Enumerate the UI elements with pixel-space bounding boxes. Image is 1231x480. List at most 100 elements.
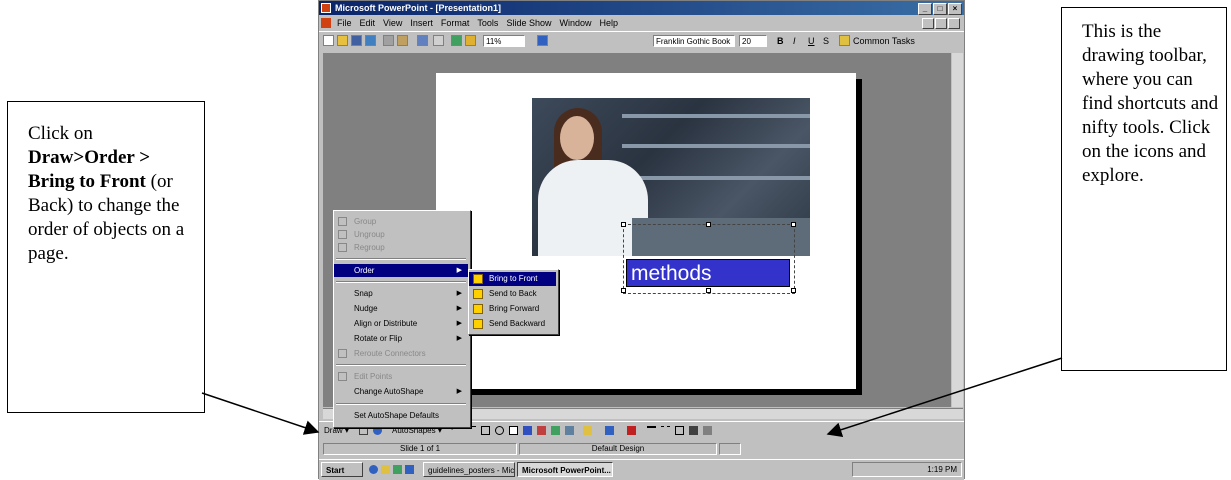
quick-launch-outlook-icon[interactable] — [381, 465, 390, 474]
font-size-select[interactable]: 20 — [739, 35, 767, 47]
vertical-scrollbar[interactable] — [952, 53, 963, 407]
doc-restore-button[interactable] — [935, 18, 947, 29]
clip-art-icon[interactable] — [551, 426, 560, 435]
quick-launch-desktop-icon[interactable] — [393, 465, 402, 474]
quick-launch-ie-icon[interactable] — [369, 465, 378, 474]
menu-edit[interactable]: Edit — [360, 16, 376, 30]
resize-handle[interactable] — [706, 288, 711, 293]
email-icon[interactable] — [365, 35, 376, 46]
wordart-icon[interactable] — [523, 426, 532, 435]
font-color-icon[interactable] — [627, 426, 636, 435]
diagram-icon[interactable] — [537, 426, 546, 435]
menu-slide-show[interactable]: Slide Show — [506, 16, 551, 30]
resize-handle[interactable] — [621, 288, 626, 293]
menu-item-align[interactable]: Align or Distribute ▶ — [334, 317, 468, 330]
reroute-icon — [338, 349, 347, 358]
spelling-status-icon[interactable] — [719, 443, 741, 455]
left-arrow — [201, 392, 320, 435]
rectangle-icon[interactable] — [481, 426, 490, 435]
submenu-send-to-back[interactable]: Send to Back — [469, 287, 556, 301]
ungroup-icon — [338, 230, 347, 239]
dash-style-icon[interactable] — [661, 426, 670, 435]
text-box-icon[interactable] — [509, 426, 518, 435]
title-bar[interactable]: Microsoft PowerPoint - [Presentation1] _… — [319, 1, 964, 15]
bring-to-front-icon — [473, 274, 483, 284]
menu-view[interactable]: View — [383, 16, 402, 30]
save-icon[interactable] — [351, 35, 362, 46]
document-icon[interactable] — [321, 18, 331, 28]
submenu-send-backward[interactable]: Send Backward — [469, 317, 556, 331]
menu-item-set-defaults[interactable]: Set AutoShape Defaults — [334, 409, 468, 422]
menu-item-change-autoshape[interactable]: Change AutoShape ▶ — [334, 385, 468, 398]
menu-format[interactable]: Format — [441, 16, 470, 30]
menu-insert[interactable]: Insert — [410, 16, 433, 30]
submenu-bring-forward[interactable]: Bring Forward — [469, 302, 556, 316]
arrow-style-icon[interactable] — [675, 426, 684, 435]
slide-canvas[interactable]: methods — [436, 73, 856, 389]
bring-forward-icon — [473, 304, 483, 314]
zoom-select[interactable]: 11% — [483, 35, 525, 47]
shadow-style-icon[interactable] — [689, 426, 698, 435]
resize-handle[interactable] — [706, 222, 711, 227]
resize-handle[interactable] — [791, 222, 796, 227]
window-title: Microsoft PowerPoint - [Presentation1] — [335, 3, 502, 13]
menu-tools[interactable]: Tools — [477, 16, 498, 30]
methods-text-box[interactable]: methods — [626, 259, 790, 287]
open-icon[interactable] — [337, 35, 348, 46]
menu-item-label: Edit Points — [354, 372, 393, 381]
menu-file[interactable]: File — [337, 16, 352, 30]
menu-item-nudge[interactable]: Nudge ▶ — [334, 302, 468, 315]
doc-close-button[interactable] — [948, 18, 960, 29]
task-word-button[interactable]: guidelines_posters - Micros... — [423, 462, 515, 477]
quick-launch-channels-icon[interactable] — [405, 465, 414, 474]
3d-style-icon[interactable] — [703, 426, 712, 435]
menu-item-snap[interactable]: Snap ▶ — [334, 287, 468, 300]
menu-item-ungroup[interactable]: Ungroup — [334, 228, 468, 241]
italic-icon[interactable]: I — [793, 32, 796, 50]
shadow-icon[interactable]: S — [823, 32, 829, 50]
menu-window[interactable]: Window — [559, 16, 591, 30]
submenu-bring-to-front[interactable]: Bring to Front — [469, 272, 556, 286]
font-select[interactable]: Franklin Gothic Book — [653, 35, 735, 47]
common-tasks-button[interactable]: Common Tasks — [853, 32, 915, 50]
line-color-icon[interactable] — [605, 426, 614, 435]
resize-handle[interactable] — [621, 222, 626, 227]
line-style-icon[interactable] — [647, 426, 656, 435]
fill-color-icon[interactable] — [583, 426, 592, 435]
redo-icon[interactable] — [433, 35, 444, 46]
common-tasks-icon[interactable] — [839, 35, 850, 46]
task-powerpoint-button[interactable]: Microsoft PowerPoint... — [517, 462, 613, 477]
menu-item-group[interactable]: Group — [334, 215, 468, 228]
taskbar: Start guidelines_posters - Micros... Mic… — [319, 459, 964, 480]
insert-clipart-icon[interactable] — [465, 35, 476, 46]
menu-item-regroup[interactable]: Regroup — [334, 241, 468, 254]
menu-item-reroute[interactable]: Reroute Connectors — [334, 347, 468, 360]
help-icon[interactable] — [537, 35, 548, 46]
start-button[interactable]: Start — [321, 462, 363, 477]
doc-minimize-button[interactable] — [922, 18, 934, 29]
bold-icon[interactable]: B — [777, 32, 784, 50]
new-icon[interactable] — [323, 35, 334, 46]
oval-icon[interactable] — [495, 426, 504, 435]
resize-handle[interactable] — [791, 288, 796, 293]
menu-item-edit-points[interactable]: Edit Points — [334, 370, 468, 383]
menu-item-order[interactable]: Order ▶ — [334, 264, 468, 277]
undo-icon[interactable] — [417, 35, 428, 46]
close-button[interactable]: × — [948, 3, 962, 15]
group-icon — [338, 217, 347, 226]
edit-points-icon — [338, 372, 347, 381]
regroup-icon — [338, 243, 347, 252]
underline-icon[interactable]: U — [808, 32, 815, 50]
menu-item-rotate[interactable]: Rotate or Flip ▶ — [334, 332, 468, 345]
copy-icon[interactable] — [397, 35, 408, 46]
submenu-arrow-icon: ▶ — [456, 305, 462, 312]
maximize-button[interactable]: □ — [933, 3, 947, 15]
powerpoint-icon[interactable] — [321, 3, 331, 13]
submenu-label: Send to Back — [489, 289, 537, 298]
insert-picture-icon[interactable] — [565, 426, 574, 435]
menu-separator — [336, 403, 466, 405]
minimize-button[interactable]: _ — [918, 3, 932, 15]
insert-chart-icon[interactable] — [451, 35, 462, 46]
cut-icon[interactable] — [383, 35, 394, 46]
menu-help[interactable]: Help — [599, 16, 618, 30]
